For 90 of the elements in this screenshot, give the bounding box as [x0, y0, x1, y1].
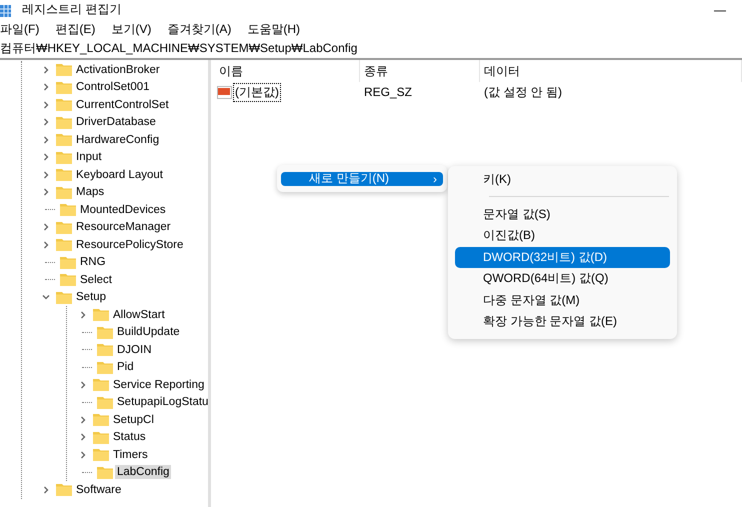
- chevron-right-icon[interactable]: [41, 117, 51, 128]
- tree-item[interactable]: CurrentControlSet: [74, 98, 171, 112]
- menu-item[interactable]: 키(K): [455, 169, 670, 190]
- folder-icon: [60, 273, 76, 286]
- folder-icon: [60, 256, 76, 269]
- tree-item[interactable]: ResourcePolicyStore: [74, 238, 186, 252]
- folder-icon: [97, 396, 113, 409]
- menu-item[interactable]: 확장 가능한 문자열 값(E): [455, 311, 670, 332]
- chevron-right-icon[interactable]: [41, 100, 51, 110]
- chevron-right-icon[interactable]: [41, 240, 51, 250]
- tree-item[interactable]: SetupapiLogStatu: [115, 395, 208, 410]
- chevron-right-icon[interactable]: [41, 82, 51, 92]
- menu-item[interactable]: 도움말(H): [247, 20, 300, 38]
- folder-icon: [60, 203, 76, 216]
- tree-item[interactable]: LabConfig: [115, 465, 172, 480]
- tree-item[interactable]: SetupCl: [111, 412, 156, 427]
- tree-item[interactable]: RNG: [78, 255, 108, 270]
- column-header[interactable]: 데이터: [480, 60, 742, 82]
- folder-icon: [56, 63, 72, 76]
- chevron-right-icon[interactable]: [41, 187, 51, 198]
- chevron-right-icon[interactable]: [41, 152, 51, 162]
- tree-item[interactable]: Pid: [115, 360, 136, 374]
- tree-item[interactable]: Status: [111, 430, 148, 444]
- folder-icon: [56, 133, 72, 146]
- app-icon: [0, 2, 12, 16]
- chevron-right-icon[interactable]: [41, 222, 51, 232]
- chevron-right-icon[interactable]: [78, 414, 88, 425]
- folder-icon: [93, 413, 109, 426]
- column-header[interactable]: 이름: [215, 60, 360, 82]
- folder-icon: [56, 98, 72, 112]
- tree-item[interactable]: Software: [74, 482, 124, 497]
- chevron-right-icon[interactable]: [78, 432, 88, 442]
- window-title: 레지스트리 편집기: [22, 1, 122, 18]
- tree-item[interactable]: Select: [78, 272, 114, 287]
- menu-item[interactable]: QWORD(64비트) 값(Q): [455, 268, 670, 290]
- folder-icon: [56, 483, 72, 496]
- tree-item[interactable]: ResourceManager: [74, 220, 173, 234]
- tree-item[interactable]: Keyboard Layout: [74, 168, 165, 182]
- chevron-right-icon[interactable]: [78, 310, 88, 320]
- folder-icon: [56, 220, 72, 234]
- folder-icon: [97, 360, 113, 374]
- menu-item[interactable]: DWORD(32비트) 값(D): [455, 246, 670, 268]
- value-type: REG_SZ: [363, 85, 414, 99]
- menu-item[interactable]: 보기(V): [111, 20, 152, 38]
- menu-item[interactable]: 파일(F): [0, 20, 40, 38]
- column-header[interactable]: 종류: [360, 60, 480, 82]
- tree-item[interactable]: ActivationBroker: [74, 62, 162, 77]
- folder-icon: [56, 168, 72, 182]
- tree-item[interactable]: MountedDevices: [78, 202, 168, 217]
- folder-icon: [56, 238, 72, 252]
- folder-icon: [93, 308, 109, 322]
- folder-icon: [56, 150, 72, 164]
- tree-item[interactable]: BuildUpdate: [115, 325, 182, 340]
- folder-icon: [56, 186, 72, 199]
- tree-item[interactable]: Timers: [111, 448, 150, 462]
- folder-icon: [93, 448, 109, 462]
- chevron-right-icon[interactable]: [41, 134, 51, 145]
- folder-icon: [93, 430, 109, 444]
- tree-item[interactable]: Maps: [74, 185, 106, 200]
- value-name[interactable]: (기본값): [234, 84, 280, 100]
- menu-item[interactable]: 다중 문자열 값(M): [455, 290, 670, 311]
- folder-icon: [56, 290, 72, 304]
- folder-icon: [97, 343, 113, 356]
- chevron-right-icon[interactable]: [78, 380, 88, 390]
- tree-item[interactable]: Service Reporting: [111, 378, 206, 392]
- menu-item[interactable]: 편집(E): [55, 20, 96, 38]
- address-bar[interactable]: 컴퓨터₩HKEY_LOCAL_MACHINE₩SYSTEM₩Setup₩LabConfig: [0, 39, 742, 60]
- chevron-right-icon[interactable]: [78, 450, 88, 460]
- folder-icon: [56, 80, 72, 94]
- menu-item[interactable]: 이진값(B): [455, 225, 670, 246]
- folder-icon: [97, 326, 113, 339]
- folder-icon: [56, 116, 72, 129]
- chevron-right-icon[interactable]: [41, 64, 51, 75]
- tree-item[interactable]: DriverDatabase: [74, 115, 158, 130]
- tree-item[interactable]: Setup: [74, 290, 108, 304]
- folder-icon: [93, 378, 109, 392]
- string-value-icon: [217, 86, 232, 98]
- minimize-button[interactable]: —: [714, 2, 726, 16]
- tree-item[interactable]: ControlSet001: [74, 80, 152, 94]
- menu-item[interactable]: 문자열 값(S): [455, 204, 670, 225]
- tree-item[interactable]: AllowStart: [111, 308, 167, 322]
- tree-item[interactable]: DJOIN: [115, 342, 154, 357]
- tree-item[interactable]: Input: [74, 150, 104, 164]
- value-data: (값 설정 안 됨): [483, 84, 563, 100]
- folder-icon: [97, 466, 113, 479]
- menu-item[interactable]: 즐겨찾기(A): [167, 20, 232, 38]
- chevron-right-icon[interactable]: [41, 170, 51, 180]
- menu-item[interactable]: 새로 만들기(N) ›: [281, 172, 443, 186]
- tree-item[interactable]: HardwareConfig: [74, 132, 162, 147]
- chevron-right-icon[interactable]: [41, 484, 51, 495]
